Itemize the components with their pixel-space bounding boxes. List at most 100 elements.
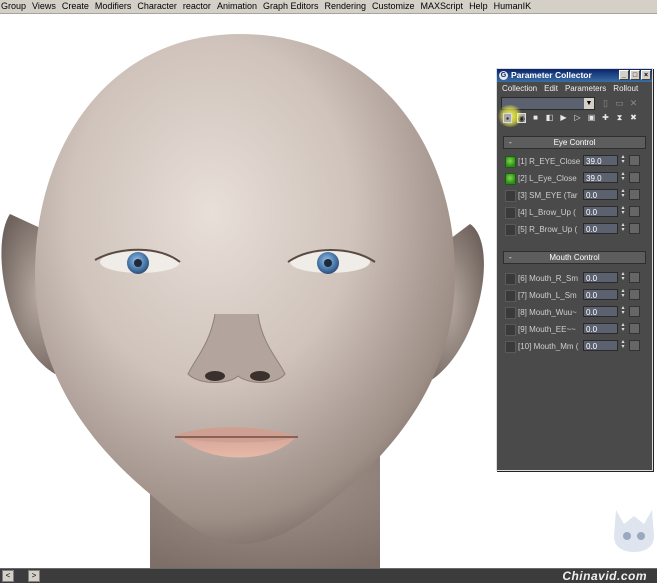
- spinner-icon[interactable]: ▴ ▾: [620, 171, 626, 183]
- param-value-field[interactable]: 0.0: [583, 289, 618, 300]
- param-checkbox[interactable]: [505, 341, 516, 353]
- param-option-button[interactable]: [629, 155, 640, 166]
- rollout-title: Eye Control: [553, 138, 596, 147]
- spinner-icon[interactable]: ▴ ▾: [620, 222, 626, 234]
- parameter-collector-window[interactable]: G Parameter Collector _ □ × Collection E…: [496, 68, 653, 471]
- param-checkbox[interactable]: [505, 324, 516, 336]
- add-icon[interactable]: ✚: [601, 113, 610, 123]
- param-option-button[interactable]: [629, 289, 640, 300]
- spinner-icon[interactable]: ▴ ▾: [620, 188, 626, 200]
- param-checkbox[interactable]: [505, 224, 516, 236]
- param-option-button[interactable]: [629, 340, 640, 351]
- select-icon[interactable]: ▪: [503, 113, 512, 123]
- param-option-button[interactable]: [629, 306, 640, 317]
- square-icon[interactable]: ■: [531, 113, 540, 123]
- param-label: [7] Mouth_L_Sm: [518, 291, 577, 300]
- new-collection-icon[interactable]: ▯: [601, 98, 610, 108]
- rollout-mouth-control: - Mouth Control [6] Mouth_R_Sm 0.0 ▴ ▾ [7…: [503, 251, 646, 355]
- param-label: [6] Mouth_R_Sm: [518, 274, 579, 283]
- delete-collection-icon[interactable]: ✕: [629, 98, 638, 108]
- param-label: [10] Mouth_Mm (: [518, 342, 579, 351]
- menu-views[interactable]: Views: [28, 0, 60, 13]
- rollout-header[interactable]: - Mouth Control: [503, 251, 646, 264]
- menu-character[interactable]: Character: [133, 0, 181, 13]
- param-value-field[interactable]: 0.0: [583, 223, 618, 234]
- collapse-icon[interactable]: -: [509, 252, 512, 263]
- chevron-down-icon[interactable]: ▼: [584, 98, 594, 109]
- spinner-icon[interactable]: ▴ ▾: [620, 205, 626, 217]
- menu-parameters[interactable]: Parameters: [565, 82, 606, 95]
- menu-maxscript[interactable]: MAXScript: [417, 0, 468, 13]
- close-button[interactable]: ×: [641, 70, 651, 80]
- param-value-field[interactable]: 0.0: [583, 272, 618, 283]
- menu-help[interactable]: Help: [465, 0, 492, 13]
- window-titlebar[interactable]: G Parameter Collector _ □ ×: [497, 69, 652, 82]
- scroll-left-button[interactable]: <: [2, 570, 14, 582]
- rollout-header[interactable]: - Eye Control: [503, 136, 646, 149]
- menu-rendering[interactable]: Rendering: [321, 0, 371, 13]
- remove-icon[interactable]: ✖: [629, 113, 638, 123]
- param-option-button[interactable]: [629, 206, 640, 217]
- spinner-icon[interactable]: ▴ ▾: [620, 339, 626, 351]
- spinner-icon[interactable]: ▴ ▾: [620, 322, 626, 334]
- duplicate-collection-icon[interactable]: ▭: [615, 98, 624, 108]
- play-icon[interactable]: ▶: [559, 113, 568, 123]
- param-value-field[interactable]: 0.0: [583, 189, 618, 200]
- spinner-icon[interactable]: ▴ ▾: [620, 288, 626, 300]
- param-option-button[interactable]: [629, 323, 640, 334]
- collapse-icon[interactable]: -: [509, 137, 512, 148]
- viewport-perspective[interactable]: G Parameter Collector _ □ × Collection E…: [0, 14, 657, 568]
- minimize-button[interactable]: _: [619, 70, 629, 80]
- param-checkbox[interactable]: [505, 273, 516, 285]
- param-row: [3] SM_EYE (Tar 0.0 ▴ ▾: [503, 187, 646, 204]
- param-checkbox[interactable]: [505, 173, 516, 185]
- menu-modifiers[interactable]: Modifiers: [91, 0, 136, 13]
- param-checkbox[interactable]: [505, 207, 516, 219]
- half-square-icon[interactable]: ◧: [545, 113, 554, 123]
- menu-customize[interactable]: Customize: [368, 0, 419, 13]
- param-row: [1] R_EYE_Close 39.0 ▴ ▾: [503, 153, 646, 170]
- menu-collection[interactable]: Collection: [502, 82, 537, 95]
- param-checkbox[interactable]: [505, 190, 516, 202]
- menu-reactor[interactable]: reactor: [179, 0, 215, 13]
- param-checkbox[interactable]: [505, 156, 516, 168]
- rollout-title: Mouth Control: [549, 253, 600, 262]
- watermark-text: Chinavid.com: [562, 569, 647, 583]
- collapse-icon[interactable]: ⧗: [615, 113, 624, 123]
- menu-humanik[interactable]: HumanIK: [490, 0, 536, 13]
- spinner-icon[interactable]: ▴ ▾: [620, 271, 626, 283]
- param-value-field[interactable]: 0.0: [583, 306, 618, 317]
- param-row: [4] L_Brow_Up ( 0.0 ▴ ▾: [503, 204, 646, 221]
- param-option-button[interactable]: [629, 189, 640, 200]
- main-menu-bar: Group Views Create Modifiers Character reacto…: [0, 0, 657, 14]
- menu-create[interactable]: Create: [58, 0, 93, 13]
- parameter-toolbar: ▪ ◉ ■ ◧ ▶ ▷ ▣ ✚ ⧗ ✖: [497, 105, 652, 127]
- param-value-field[interactable]: 39.0: [583, 172, 618, 183]
- step-icon[interactable]: ▷: [573, 113, 582, 123]
- menu-edit[interactable]: Edit: [544, 82, 558, 95]
- menu-graph-editors[interactable]: Graph Editors: [259, 0, 323, 13]
- param-option-button[interactable]: [629, 272, 640, 283]
- param-label: [9] Mouth_EE~~: [518, 325, 576, 334]
- param-label: [3] SM_EYE (Tar: [518, 191, 578, 200]
- spinner-icon[interactable]: ▴ ▾: [620, 305, 626, 317]
- param-label: [5] R_Brow_Up (: [518, 225, 578, 234]
- scroll-right-button[interactable]: >: [28, 570, 40, 582]
- spinner-icon[interactable]: ▴ ▾: [620, 154, 626, 166]
- param-value-field[interactable]: 0.0: [583, 340, 618, 351]
- move-icon[interactable]: ▣: [587, 113, 596, 123]
- param-checkbox[interactable]: [505, 290, 516, 302]
- param-checkbox[interactable]: [505, 307, 516, 319]
- app-logo-icon: G: [499, 71, 508, 80]
- param-value-field[interactable]: 0.0: [583, 206, 618, 217]
- param-option-button[interactable]: [629, 172, 640, 183]
- param-option-button[interactable]: [629, 223, 640, 234]
- param-value-field[interactable]: 0.0: [583, 323, 618, 334]
- param-value-field[interactable]: 39.0: [583, 155, 618, 166]
- menu-rollout[interactable]: Rollout: [613, 82, 638, 95]
- param-row: [8] Mouth_Wuu~ 0.0 ▴ ▾: [503, 304, 646, 321]
- menu-group[interactable]: Group: [0, 0, 30, 13]
- maximize-button[interactable]: □: [630, 70, 640, 80]
- param-label: [4] L_Brow_Up (: [518, 208, 576, 217]
- menu-animation[interactable]: Animation: [213, 0, 261, 13]
